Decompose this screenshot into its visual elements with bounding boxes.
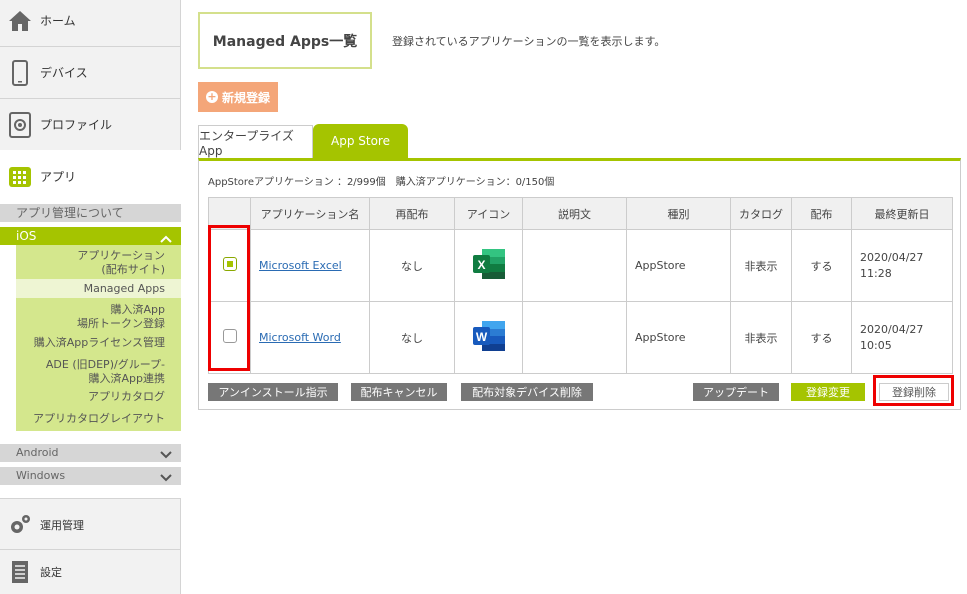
- edit-registration-button[interactable]: 登録変更: [791, 383, 865, 401]
- updated-cell: 2020/04/27 10:05: [851, 301, 953, 374]
- table-row: Microsoft Word なし W AppStore 非表示 する 2020…: [208, 301, 953, 374]
- new-registration-label: 新規登録: [222, 90, 271, 105]
- column-header-updated: 最終更新日: [851, 197, 953, 230]
- home-icon: [0, 10, 40, 32]
- redistribute-cell: なし: [369, 301, 455, 374]
- cancel-deploy-button[interactable]: 配布キャンセル: [351, 383, 447, 401]
- updated-date: 2020/04/27: [860, 322, 924, 336]
- highlight-checkbox-column: [208, 225, 250, 371]
- nav-ios[interactable]: iOS: [0, 227, 181, 245]
- update-button[interactable]: アップデート: [693, 383, 779, 401]
- redistribute-cell: なし: [369, 229, 455, 302]
- app-name-link[interactable]: Microsoft Excel: [259, 259, 342, 272]
- nav-profile[interactable]: プロファイル: [0, 98, 181, 150]
- column-header-deploy: 配布: [791, 197, 852, 230]
- apps-panel: AppStoreアプリケーション ：2/999個 購入済アプリケーション：0/1…: [198, 158, 961, 410]
- nav-operations[interactable]: 運用管理: [0, 498, 181, 550]
- delete-target-devices-button[interactable]: 配布対象デバイス削除: [461, 383, 593, 401]
- description-cell: [522, 301, 627, 374]
- nav-windows-label: Windows: [16, 469, 66, 482]
- updated-time: 11:28: [860, 266, 892, 280]
- app-counts: AppStoreアプリケーション ：2/999個 購入済アプリケーション：0/1…: [208, 177, 555, 188]
- document-icon: [0, 560, 40, 584]
- nav-profile-label: プロファイル: [40, 118, 113, 132]
- nav-home-label: ホーム: [40, 14, 76, 28]
- updated-cell: 2020/04/27 11:28: [851, 229, 953, 302]
- catalog-cell: 非表示: [730, 301, 792, 374]
- plus-icon: +: [206, 90, 218, 103]
- type-cell: AppStore: [626, 229, 731, 302]
- nav-app-label: アプリ: [40, 169, 77, 184]
- sidebar: ホーム デバイス プロファイル アプリ アプリ管理について iOS アプリケーシ…: [0, 0, 181, 594]
- chevron-down-icon: [160, 448, 172, 466]
- nav-settings-label: 設定: [40, 566, 62, 579]
- column-header-icon: アイコン: [454, 197, 523, 230]
- nav-device[interactable]: デバイス: [0, 46, 181, 98]
- column-header-type: 種別: [626, 197, 731, 230]
- excel-icon: X: [472, 248, 506, 280]
- svg-text:X: X: [477, 258, 485, 272]
- app-name-link[interactable]: Microsoft Word: [259, 331, 341, 344]
- column-header-redistribute: 再配布: [369, 197, 455, 230]
- description-cell: [522, 229, 627, 302]
- nav-home[interactable]: ホーム: [0, 0, 181, 46]
- ios-item-license[interactable]: 購入済Appライセンス管理: [16, 336, 181, 350]
- tab-app-store[interactable]: App Store: [313, 124, 408, 158]
- tab-enterprise-app[interactable]: エンタープライズApp: [198, 125, 313, 158]
- ios-submenu: アプリケーション (配布サイト) Managed Apps 購入済App 場所ト…: [16, 245, 181, 431]
- device-icon: [0, 59, 40, 86]
- uninstall-button[interactable]: アンインストール指示: [208, 383, 338, 401]
- column-header-catalog: カタログ: [730, 197, 792, 230]
- word-icon: W: [472, 320, 506, 352]
- column-header-description: 説明文: [522, 197, 627, 230]
- ios-item-app-distribution[interactable]: アプリケーション (配布サイト): [16, 249, 181, 277]
- nav-windows[interactable]: Windows: [0, 467, 181, 485]
- nav-settings[interactable]: 設定: [0, 549, 181, 594]
- app-icon-cell: X: [454, 229, 523, 302]
- ios-item-catalog-layout[interactable]: アプリカタログレイアウト: [16, 412, 181, 426]
- ios-item-purchased-token[interactable]: 購入済App 場所トークン登録: [16, 303, 181, 331]
- column-header-name: アプリケーション名: [250, 197, 370, 230]
- app-name-cell: Microsoft Word: [250, 301, 370, 374]
- svg-text:W: W: [475, 330, 487, 344]
- nav-android-label: Android: [16, 446, 59, 459]
- deploy-cell: する: [791, 229, 852, 302]
- nav-about[interactable]: アプリ管理について: [0, 204, 181, 222]
- app-grid-icon: [0, 164, 40, 188]
- ios-item-catalog[interactable]: アプリカタログ: [16, 390, 181, 404]
- ios-item-ade[interactable]: ADE (旧DEP)/グループ- 購入済App連携: [16, 358, 181, 386]
- table-header-row: アプリケーション名 再配布 アイコン 説明文 種別 カタログ 配布 最終更新日: [208, 197, 953, 230]
- updated-date: 2020/04/27: [860, 250, 924, 264]
- gear-icon: [0, 512, 40, 538]
- deploy-cell: する: [791, 301, 852, 374]
- table-row: Microsoft Excel なし X AppStore 非表示 する 202…: [208, 229, 953, 302]
- nav-operations-label: 運用管理: [40, 518, 84, 532]
- nav-device-label: デバイス: [40, 66, 88, 80]
- highlight-delete-button: [873, 375, 954, 406]
- profile-icon: [0, 111, 40, 138]
- catalog-cell: 非表示: [730, 229, 792, 302]
- nav-ios-label: iOS: [16, 229, 37, 243]
- new-registration-button[interactable]: + 新規登録: [198, 82, 278, 112]
- chevron-down-icon: [160, 471, 172, 489]
- page-description: 登録されているアプリケーションの一覧を表示します。: [392, 35, 666, 48]
- nav-app[interactable]: アプリ: [0, 150, 181, 202]
- app-name-cell: Microsoft Excel: [250, 229, 370, 302]
- page-title: Managed Apps一覧: [198, 12, 372, 69]
- type-cell: AppStore: [626, 301, 731, 374]
- main-content: Managed Apps一覧 登録されているアプリケーションの一覧を表示します。…: [198, 0, 967, 589]
- apps-table: アプリケーション名 再配布 アイコン 説明文 種別 カタログ 配布 最終更新日 …: [208, 197, 953, 374]
- app-icon-cell: W: [454, 301, 523, 374]
- updated-time: 10:05: [860, 338, 892, 352]
- ios-item-managed-apps[interactable]: Managed Apps: [16, 279, 181, 298]
- nav-android[interactable]: Android: [0, 444, 181, 462]
